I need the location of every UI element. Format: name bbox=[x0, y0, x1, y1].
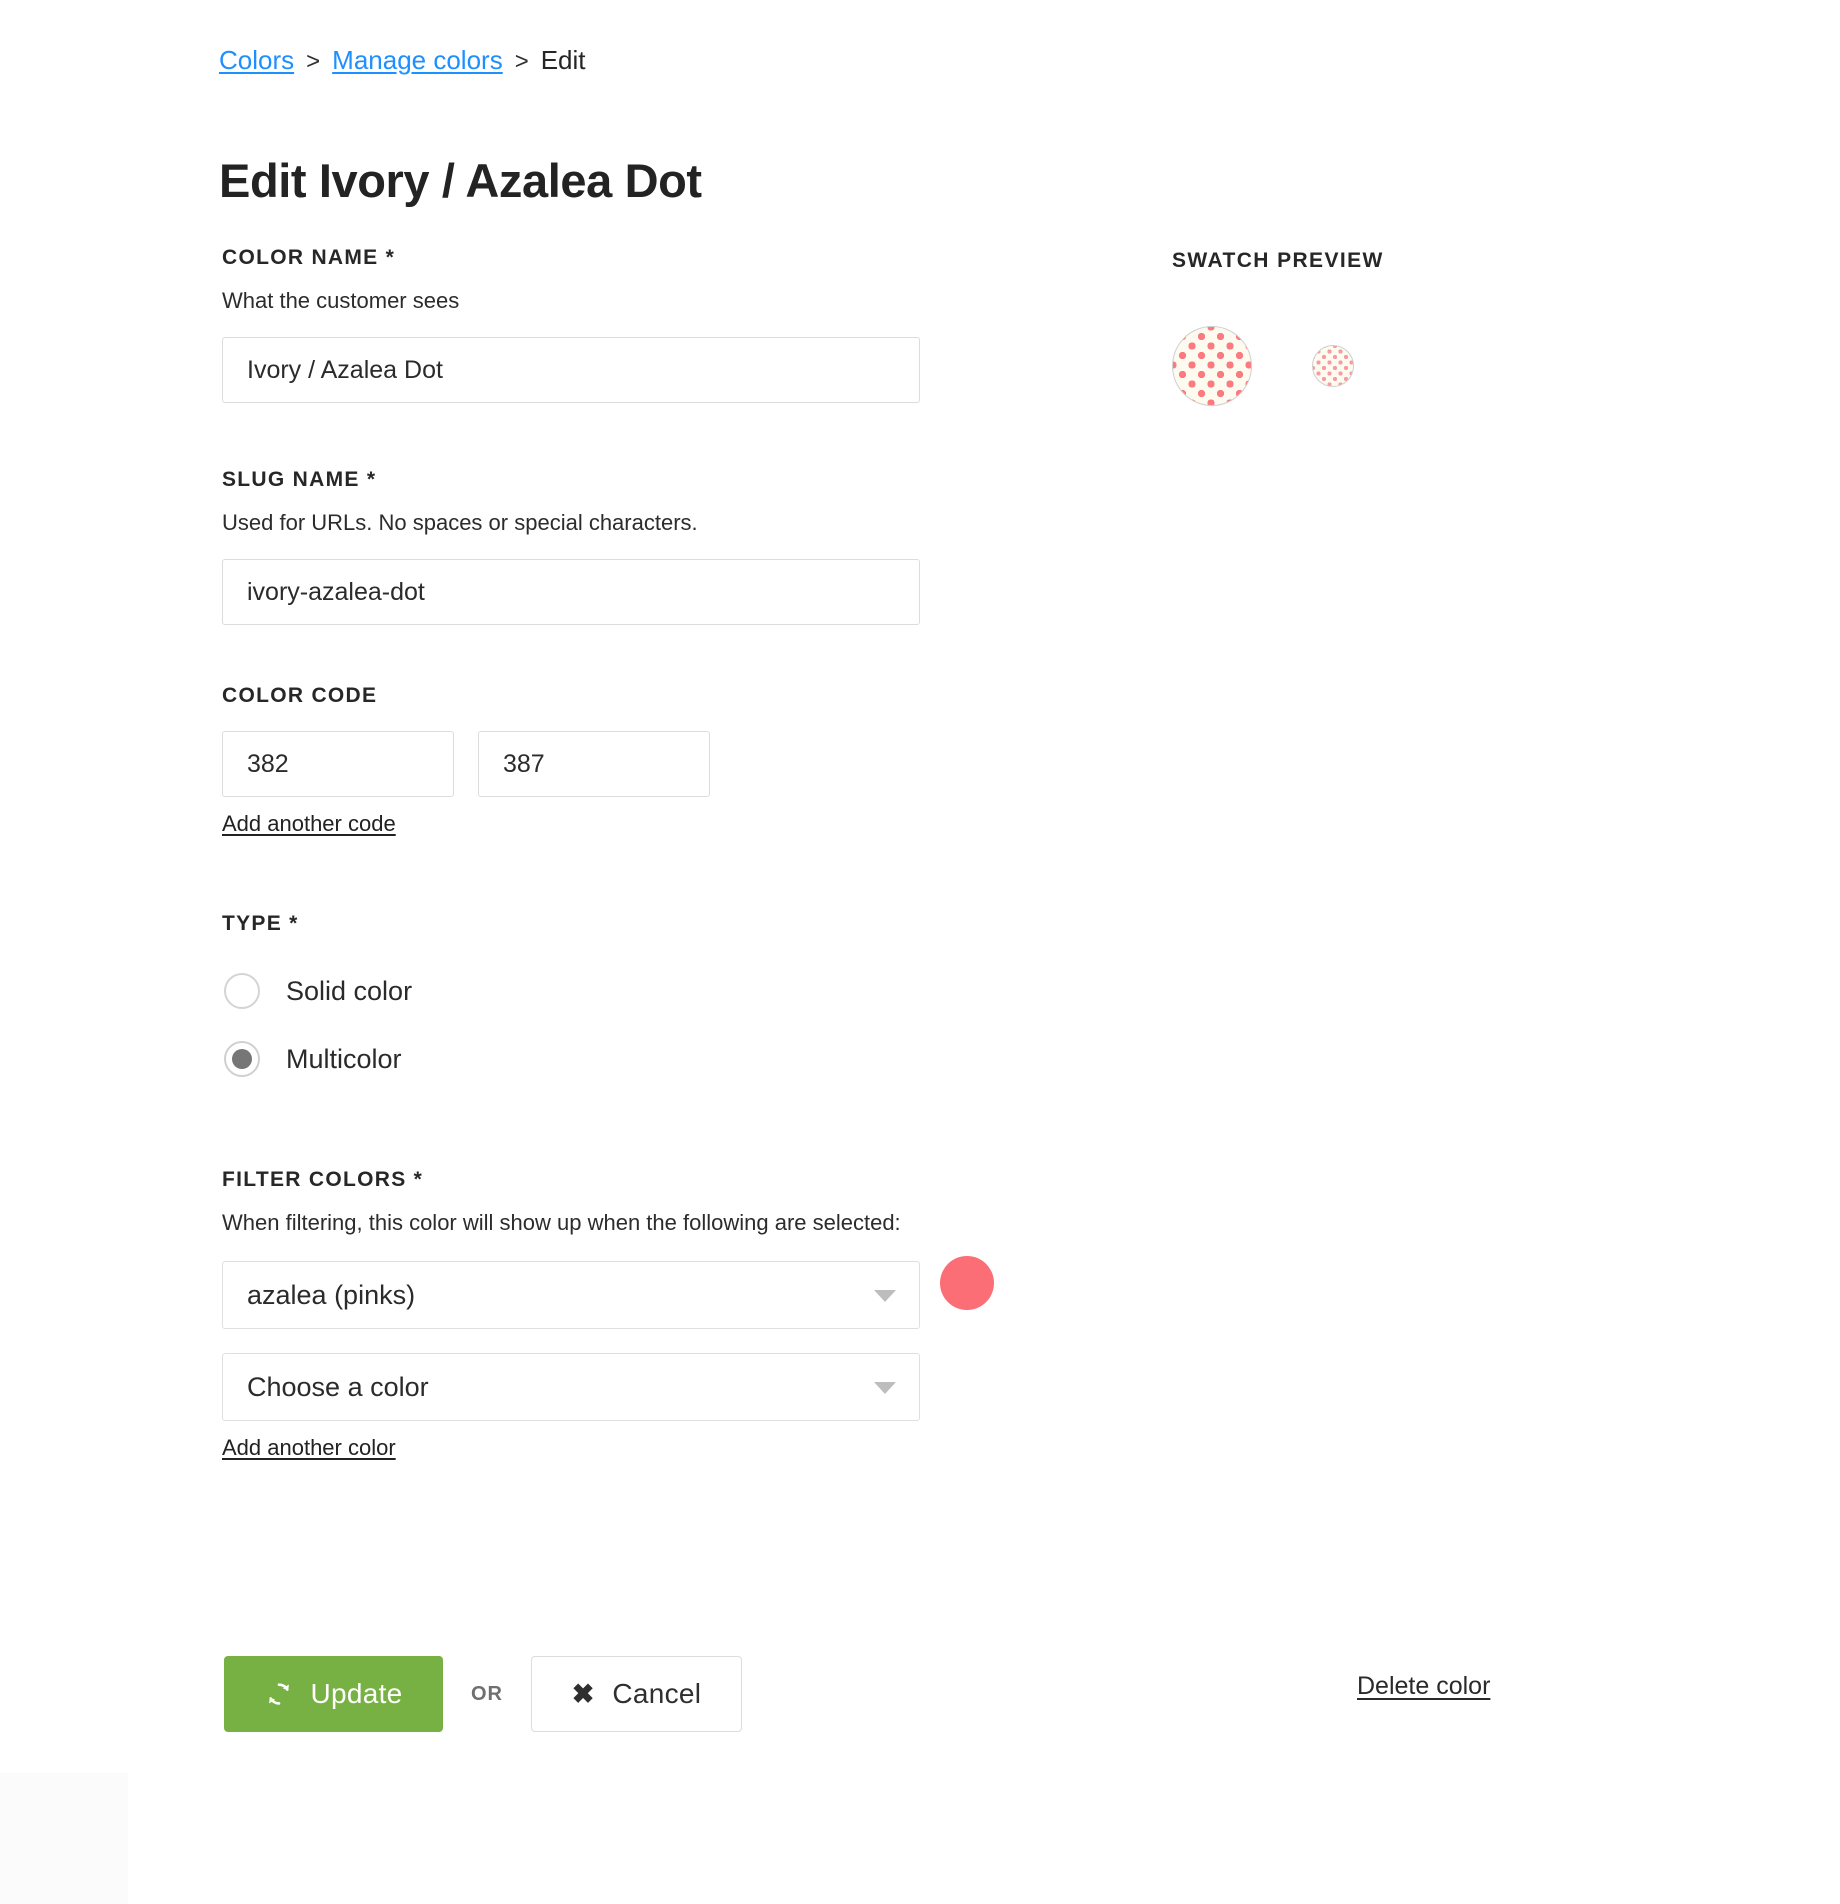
breadcrumb-separator: > bbox=[514, 48, 529, 75]
filter-color-select-2[interactable]: Choose a color bbox=[222, 1353, 920, 1421]
breadcrumb-separator: > bbox=[306, 48, 321, 75]
field-filter-colors: FILTER COLORS * When filtering, this col… bbox=[222, 1167, 994, 1461]
filter-color-select-1-wrap: azalea (pinks) bbox=[222, 1261, 920, 1329]
edit-color-form: COLOR NAME * What the customer sees SLUG… bbox=[222, 245, 994, 1461]
color-code-label: COLOR CODE bbox=[222, 684, 378, 707]
breadcrumb-current-edit: Edit bbox=[540, 45, 586, 75]
radio-label-multicolor: Multicolor bbox=[286, 1044, 402, 1074]
update-button[interactable]: Update bbox=[224, 1656, 443, 1732]
radio-icon-checked[interactable] bbox=[224, 1041, 260, 1077]
color-name-input[interactable] bbox=[222, 337, 920, 403]
slug-name-help: Used for URLs. No spaces or special char… bbox=[222, 510, 698, 535]
swatch-preview-title: SWATCH PREVIEW bbox=[1172, 249, 1384, 272]
form-actions: Update OR ✖ Cancel bbox=[224, 1656, 742, 1732]
breadcrumb-link-manage-colors[interactable]: Manage colors bbox=[332, 45, 503, 75]
bottom-left-tint-block bbox=[0, 1773, 128, 1904]
field-slug-name: SLUG NAME * Used for URLs. No spaces or … bbox=[222, 467, 922, 625]
type-radio-group: Solid color Multicolor bbox=[222, 963, 922, 1087]
page-title: Edit Ivory / Azalea Dot bbox=[219, 154, 702, 208]
color-code-input-1[interactable] bbox=[222, 731, 454, 797]
cancel-button[interactable]: ✖ Cancel bbox=[531, 1656, 742, 1732]
delete-color-link[interactable]: Delete color bbox=[1357, 1672, 1490, 1701]
field-color-code: COLOR CODE Add another code bbox=[222, 683, 922, 837]
add-another-color-link[interactable]: Add another color bbox=[222, 1435, 396, 1461]
color-name-help: What the customer sees bbox=[222, 288, 460, 313]
radio-label-solid-color: Solid color bbox=[286, 976, 413, 1006]
field-color-name: COLOR NAME * What the customer sees bbox=[222, 245, 922, 403]
breadcrumb-link-colors[interactable]: Colors bbox=[219, 45, 294, 75]
radio-option-solid-color[interactable]: Solid color bbox=[222, 963, 922, 1019]
radio-option-multicolor[interactable]: Multicolor bbox=[222, 1031, 922, 1087]
color-code-input-2[interactable] bbox=[478, 731, 710, 797]
or-divider-label: OR bbox=[471, 1682, 503, 1705]
add-another-code-link[interactable]: Add another code bbox=[222, 811, 396, 837]
filter-color-swatch-dot bbox=[940, 1256, 994, 1310]
filter-color-select-2-wrap: Choose a color bbox=[222, 1353, 920, 1421]
color-name-label: COLOR NAME * bbox=[222, 246, 396, 269]
filter-color-row-2: Choose a color bbox=[222, 1329, 922, 1421]
update-button-label: Update bbox=[310, 1678, 403, 1709]
swatch-preview-list bbox=[1172, 326, 1384, 406]
filter-colors-label: FILTER COLORS * bbox=[222, 1168, 424, 1191]
filter-color-row-1: azalea (pinks) bbox=[222, 1237, 994, 1329]
swatch-preview-small bbox=[1312, 345, 1354, 387]
close-x-icon: ✖ bbox=[571, 1678, 595, 1709]
slug-name-input[interactable] bbox=[222, 559, 920, 625]
field-type: TYPE * Solid color Multicolor bbox=[222, 911, 922, 1087]
filter-colors-help: When filtering, this color will show up … bbox=[222, 1210, 901, 1235]
swatch-preview-large bbox=[1172, 326, 1252, 406]
filter-color-select-1[interactable]: azalea (pinks) bbox=[222, 1261, 920, 1329]
type-label: TYPE * bbox=[222, 912, 299, 935]
swatch-preview-panel: SWATCH PREVIEW bbox=[1172, 248, 1384, 406]
radio-icon-unchecked[interactable] bbox=[224, 973, 260, 1009]
breadcrumb: Colors > Manage colors > Edit bbox=[219, 44, 586, 78]
edit-color-page: Colors > Manage colors > Edit Edit Ivory / A… bbox=[0, 0, 1840, 1904]
slug-name-label: SLUG NAME * bbox=[222, 468, 377, 491]
color-code-inputs bbox=[222, 731, 922, 797]
cancel-button-label: Cancel bbox=[612, 1678, 702, 1709]
refresh-icon bbox=[269, 1683, 290, 1705]
